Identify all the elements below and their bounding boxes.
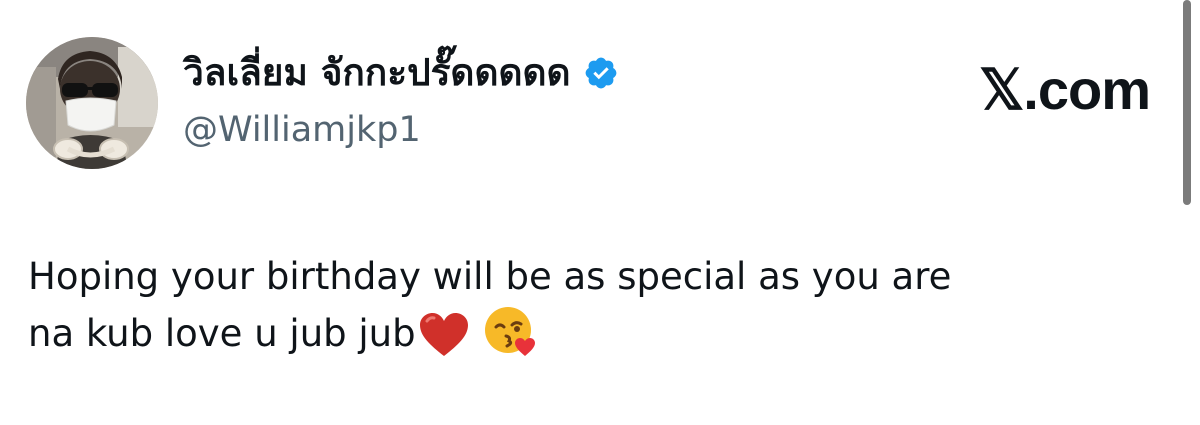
red-heart-emoji-icon (418, 312, 470, 358)
verified-badge-icon (583, 55, 619, 91)
profile-photo-icon (26, 37, 158, 169)
face-blowing-kiss-emoji-icon (484, 306, 536, 358)
display-name[interactable]: วิลเลี่ยม จักกะปรั๊ดดดดด (183, 50, 571, 96)
user-handle[interactable]: @Williamjkp1 (183, 108, 421, 152)
x-com-logo: 𝕏.com (979, 58, 1151, 121)
tweet-line-2: na kub love u jub jub (28, 305, 1168, 362)
tweet-line-1: Hoping your birthday will be as special … (28, 255, 952, 298)
display-name-row[interactable]: วิลเลี่ยม จักกะปรั๊ดดดดด (183, 50, 619, 96)
avatar[interactable] (26, 37, 158, 169)
tweet-card: วิลเลี่ยม จักกะปรั๊ดดดดด @Williamjkp1 𝕏.… (0, 0, 1200, 425)
tweet-line-2-text: na kub love u jub jub (28, 312, 416, 355)
scrollbar-thumb[interactable] (1183, 0, 1191, 205)
tweet-text: Hoping your birthday will be as special … (28, 248, 1168, 362)
